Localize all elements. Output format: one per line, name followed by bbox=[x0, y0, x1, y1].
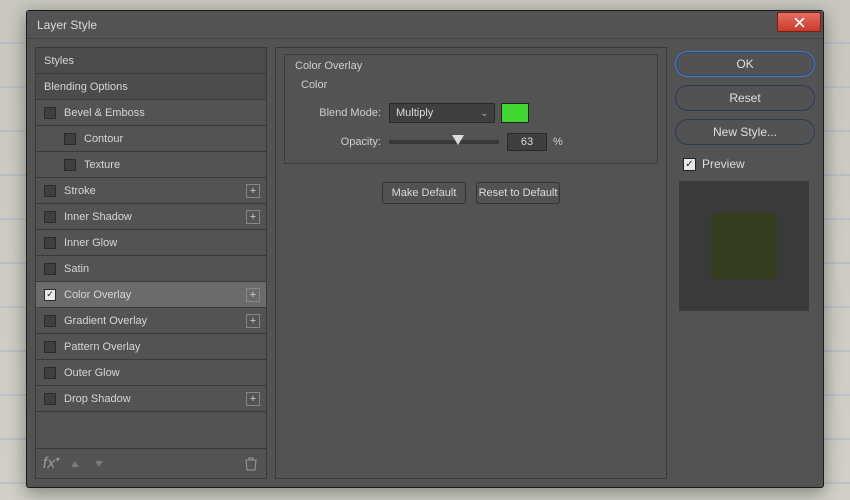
opacity-label: Opacity: bbox=[295, 136, 381, 148]
group-subtitle: Color bbox=[301, 79, 327, 91]
style-checkbox[interactable] bbox=[44, 237, 56, 249]
style-checkbox[interactable] bbox=[44, 367, 56, 379]
add-effect-icon[interactable]: + bbox=[246, 210, 260, 224]
styles-panel: Styles Blending Options Bevel & Emboss Co… bbox=[35, 47, 267, 479]
opacity-row: Opacity: % bbox=[295, 133, 647, 151]
ok-button[interactable]: OK bbox=[675, 51, 815, 77]
preview-label: Preview bbox=[702, 157, 745, 171]
style-row-label: Bevel & Emboss bbox=[64, 107, 145, 119]
close-icon bbox=[794, 17, 805, 28]
style-row-satin[interactable]: Satin bbox=[36, 256, 266, 282]
style-row-label: Texture bbox=[84, 159, 120, 171]
close-button[interactable] bbox=[777, 12, 821, 32]
style-row-pattern-overlay[interactable]: Pattern Overlay bbox=[36, 334, 266, 360]
style-row-outer-glow[interactable]: Outer Glow bbox=[36, 360, 266, 386]
blend-mode-select[interactable]: Multiply ⌄ bbox=[389, 103, 495, 123]
add-effect-icon[interactable]: + bbox=[246, 392, 260, 406]
default-buttons: Make Default Reset to Default bbox=[284, 182, 658, 204]
style-row-label: Drop Shadow bbox=[64, 393, 131, 405]
reset-button[interactable]: Reset bbox=[675, 85, 815, 111]
style-row-label: Stroke bbox=[64, 185, 96, 197]
style-checkbox[interactable] bbox=[44, 185, 56, 197]
style-row-inner-glow[interactable]: Inner Glow bbox=[36, 230, 266, 256]
add-effect-icon[interactable]: + bbox=[246, 184, 260, 198]
style-checkbox[interactable] bbox=[64, 133, 76, 145]
style-checkbox[interactable] bbox=[44, 211, 56, 223]
style-checkbox[interactable] bbox=[44, 341, 56, 353]
style-row-stroke[interactable]: Stroke + bbox=[36, 178, 266, 204]
style-row-inner-shadow[interactable]: Inner Shadow + bbox=[36, 204, 266, 230]
dialog-body: Styles Blending Options Bevel & Emboss Co… bbox=[27, 39, 823, 487]
style-row-label: Pattern Overlay bbox=[64, 341, 140, 353]
opacity-slider[interactable] bbox=[389, 140, 499, 144]
new-style-button[interactable]: New Style... bbox=[675, 119, 815, 145]
chevron-down-icon: ⌄ bbox=[480, 108, 488, 119]
style-row-contour[interactable]: Contour bbox=[36, 126, 266, 152]
preview-swatch bbox=[711, 213, 777, 279]
group-title: Color Overlay bbox=[295, 60, 362, 72]
style-row-label: Gradient Overlay bbox=[64, 315, 147, 327]
move-down-icon[interactable] bbox=[92, 459, 106, 469]
reset-default-button[interactable]: Reset to Default bbox=[476, 182, 560, 204]
color-swatch[interactable] bbox=[501, 103, 529, 123]
style-row-label: Inner Shadow bbox=[64, 211, 132, 223]
blend-mode-row: Blend Mode: Multiply ⌄ bbox=[295, 103, 647, 123]
styles-spacer bbox=[36, 412, 266, 448]
style-row-label: Inner Glow bbox=[64, 237, 117, 249]
style-row-label: Color Overlay bbox=[64, 289, 131, 301]
add-effect-icon[interactable]: + bbox=[246, 288, 260, 302]
preview-toggle[interactable]: ✓ Preview bbox=[683, 157, 815, 171]
style-row-drop-shadow[interactable]: Drop Shadow + bbox=[36, 386, 266, 412]
fx-icon[interactable]: fx▾ bbox=[44, 455, 58, 473]
right-panel: OK Reset New Style... ✓ Preview bbox=[675, 47, 815, 479]
trash-icon[interactable] bbox=[244, 457, 258, 471]
window-title: Layer Style bbox=[37, 18, 97, 32]
opacity-unit: % bbox=[553, 136, 563, 148]
add-effect-icon[interactable]: + bbox=[246, 314, 260, 328]
settings-panel: Color Overlay Color Blend Mode: Multiply… bbox=[275, 47, 667, 479]
style-row-texture[interactable]: Texture bbox=[36, 152, 266, 178]
style-checkbox[interactable] bbox=[44, 107, 56, 119]
preview-box bbox=[679, 181, 809, 311]
style-row-label: Outer Glow bbox=[64, 367, 120, 379]
styles-footer: fx▾ bbox=[36, 448, 266, 478]
style-row-color-overlay[interactable]: ✓ Color Overlay + bbox=[36, 282, 266, 308]
style-checkbox[interactable] bbox=[44, 315, 56, 327]
opacity-slider-thumb[interactable] bbox=[452, 135, 464, 145]
style-checkbox[interactable]: ✓ bbox=[44, 289, 56, 301]
blend-mode-value: Multiply bbox=[396, 107, 433, 119]
style-row-bevel-emboss[interactable]: Bevel & Emboss bbox=[36, 100, 266, 126]
move-up-icon[interactable] bbox=[68, 459, 82, 469]
style-checkbox[interactable] bbox=[44, 393, 56, 405]
make-default-button[interactable]: Make Default bbox=[382, 182, 466, 204]
style-checkbox[interactable] bbox=[44, 263, 56, 275]
blend-mode-label: Blend Mode: bbox=[295, 107, 381, 119]
styles-header[interactable]: Styles bbox=[36, 48, 266, 74]
style-row-gradient-overlay[interactable]: Gradient Overlay + bbox=[36, 308, 266, 334]
titlebar[interactable]: Layer Style bbox=[27, 11, 823, 39]
style-row-label: Contour bbox=[84, 133, 123, 145]
layer-style-dialog: Layer Style Styles Blending Options Beve… bbox=[26, 10, 824, 488]
style-checkbox[interactable] bbox=[64, 159, 76, 171]
preview-checkbox[interactable]: ✓ bbox=[683, 158, 696, 171]
opacity-input[interactable] bbox=[507, 133, 547, 151]
style-row-label: Satin bbox=[64, 263, 89, 275]
blending-options-row[interactable]: Blending Options bbox=[36, 74, 266, 100]
color-overlay-group: Color Overlay Color Blend Mode: Multiply… bbox=[284, 54, 658, 164]
